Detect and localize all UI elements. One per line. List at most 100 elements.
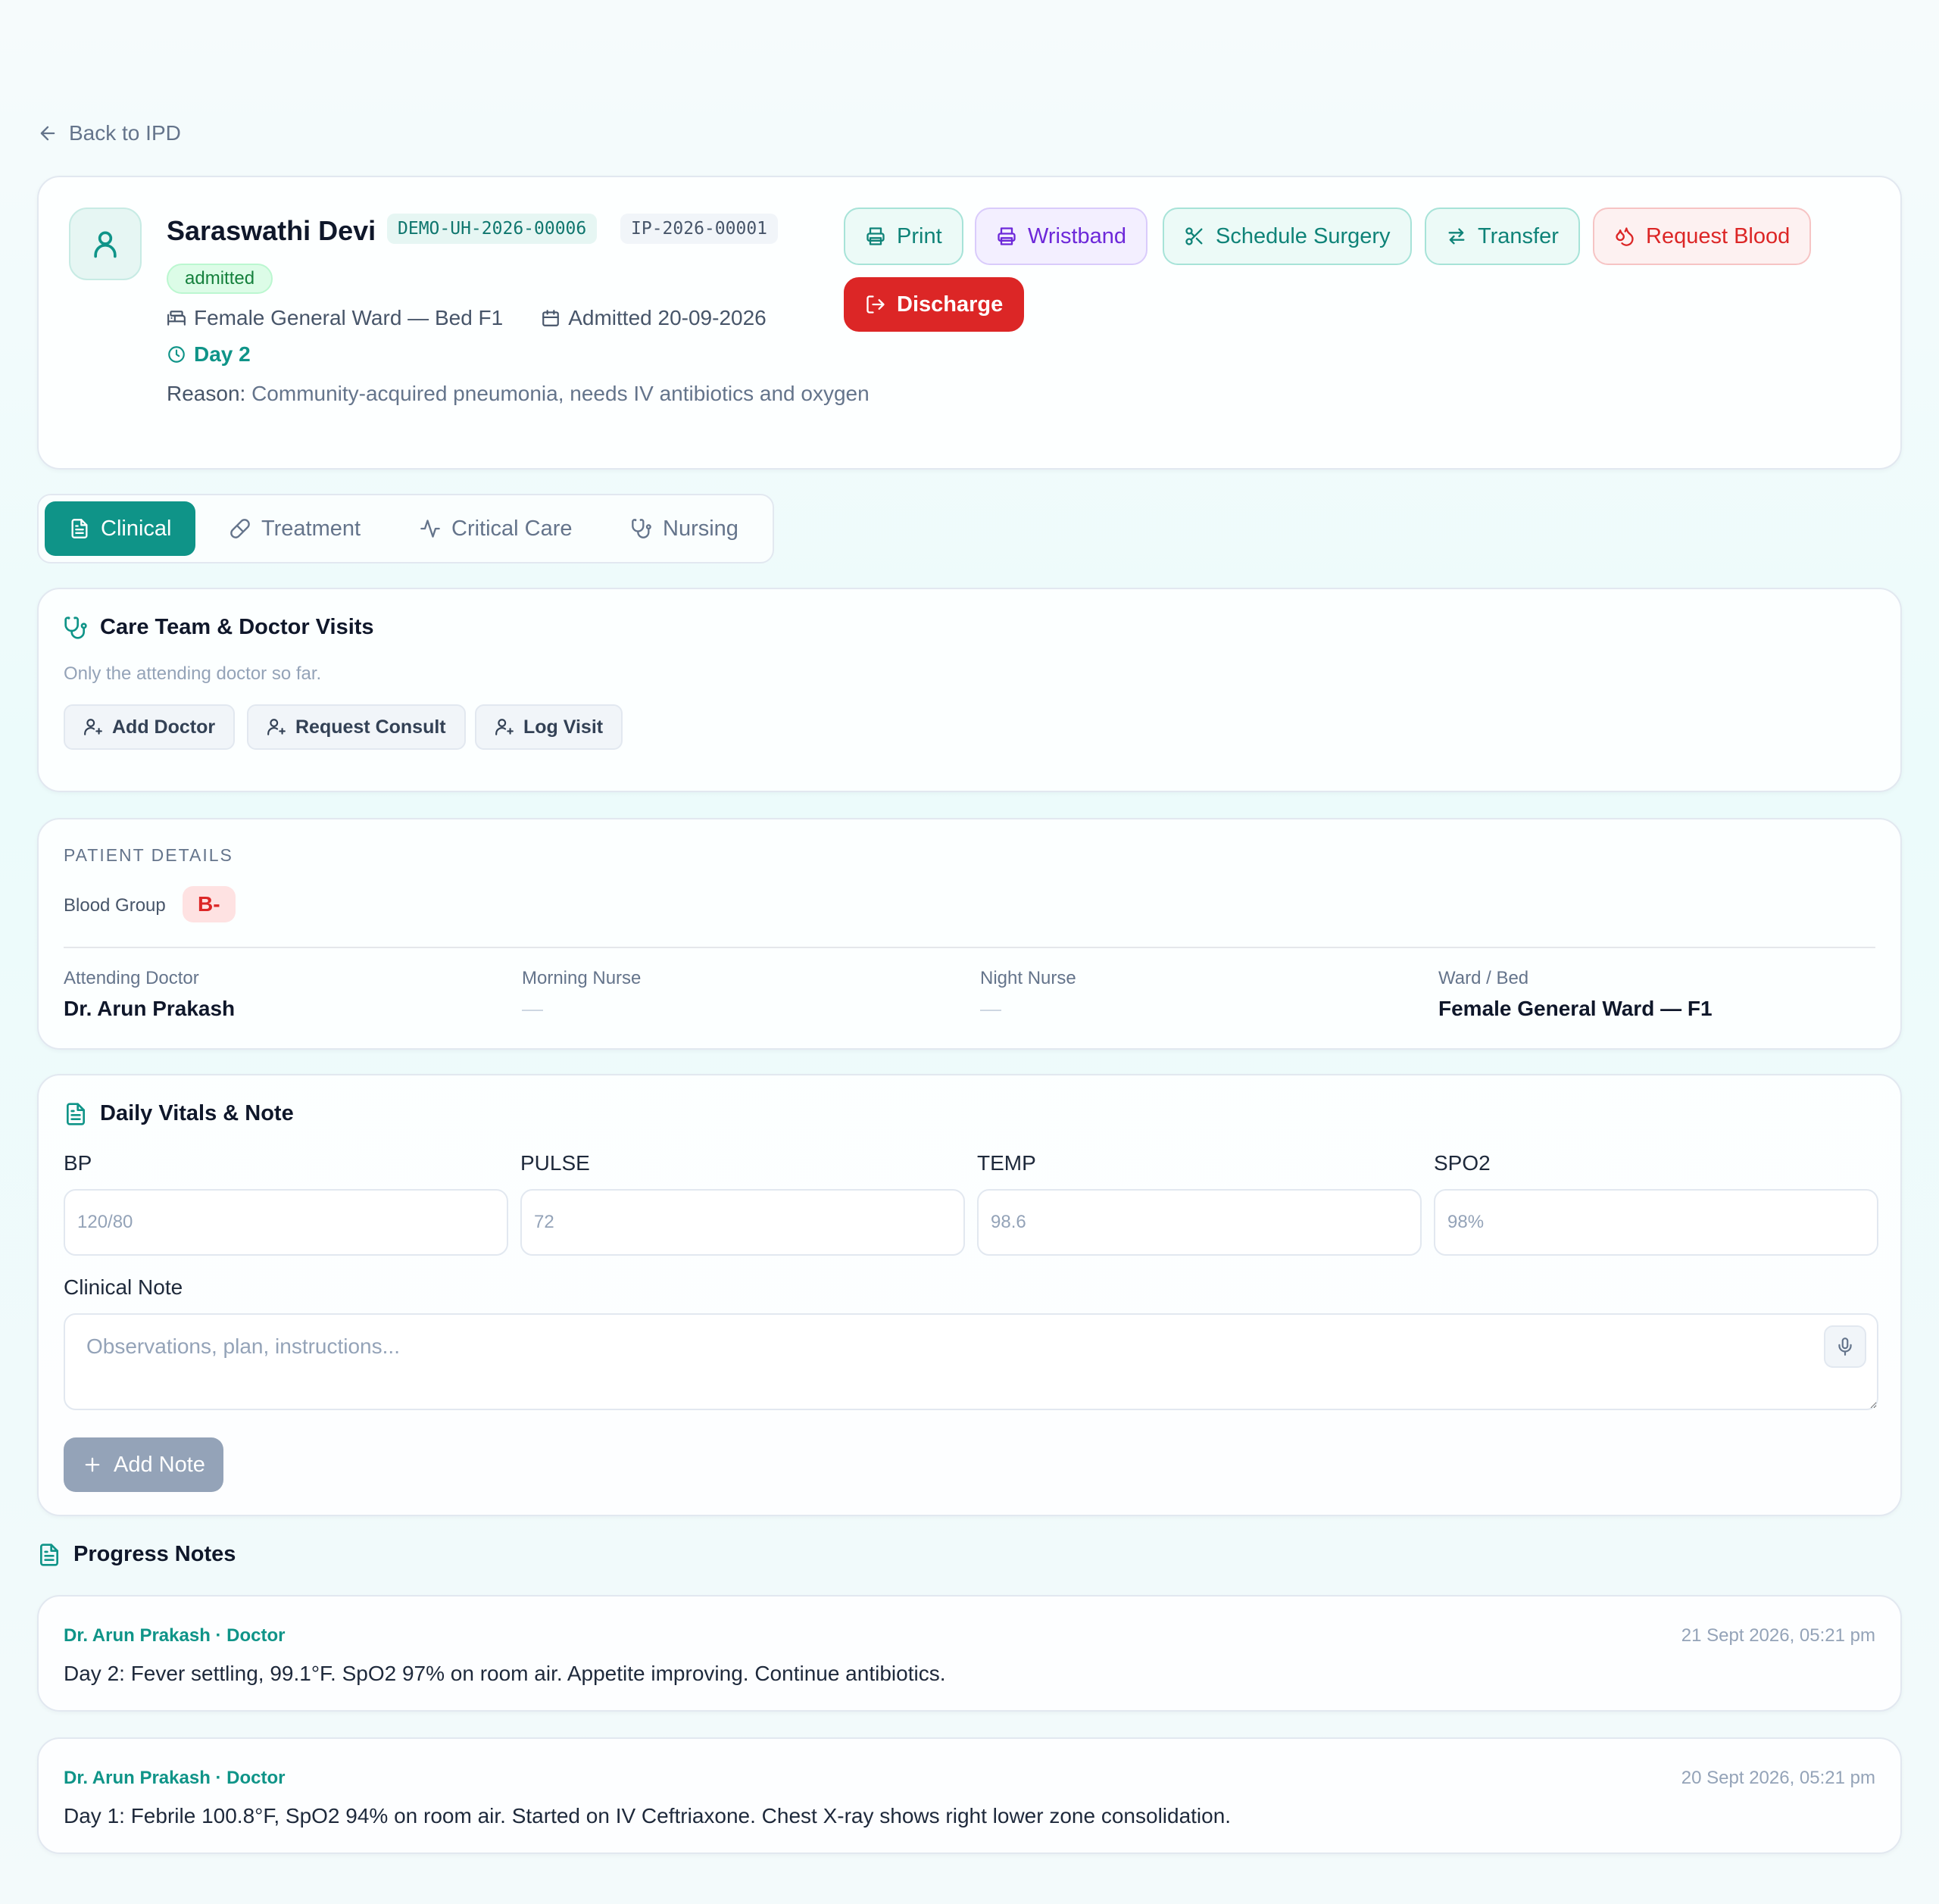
field-label: Ward / Bed — [1438, 968, 1529, 988]
field-label: Night Nurse — [980, 968, 1076, 988]
uhid-chip: DEMO-UH-2026-00006 — [387, 214, 598, 244]
printer-icon — [865, 226, 886, 247]
night-nurse-field: Night Nurse — — [980, 968, 1076, 1021]
ward-bed-field: Ward / Bed Female General Ward — F1 — [1438, 968, 1713, 1021]
print-label: Print — [897, 223, 942, 248]
transfer-arrows-icon — [1446, 226, 1467, 247]
progress-notes-title-text: Progress Notes — [73, 1542, 236, 1566]
pill-icon — [229, 518, 251, 539]
add-note-button[interactable]: Add Note — [64, 1437, 223, 1492]
bp-input[interactable] — [64, 1189, 508, 1256]
tab-clinical-label: Clinical — [101, 516, 172, 541]
bp-label: BP — [64, 1151, 92, 1175]
log-visit-button[interactable]: Log Visit — [475, 704, 623, 750]
progress-note: Dr. Arun Prakash · Doctor 21 Sept 2026, … — [37, 1595, 1902, 1712]
field-value: Female General Ward — F1 — [1438, 997, 1713, 1020]
note-timestamp: 20 Sept 2026, 05:21 pm — [1681, 1768, 1875, 1788]
patient-name: Saraswathi Devi — [167, 215, 376, 246]
note-author: Dr. Arun Prakash · Doctor — [64, 1768, 286, 1788]
plus-icon — [82, 1454, 103, 1475]
temp-label: TEMP — [977, 1151, 1036, 1175]
divider — [64, 947, 1875, 948]
stethoscope-icon — [64, 616, 88, 640]
avatar — [69, 208, 142, 280]
discharge-label: Discharge — [897, 292, 1004, 317]
activity-icon — [420, 518, 441, 539]
schedule-surgery-label: Schedule Surgery — [1216, 223, 1391, 248]
progress-note: Dr. Arun Prakash · Doctor 20 Sept 2026, … — [37, 1737, 1902, 1854]
blood-group-label: Blood Group — [64, 895, 166, 916]
admitted-date: Admitted 20-09-2026 — [568, 306, 767, 329]
spo2-label: SPO2 — [1434, 1151, 1491, 1175]
back-to-ipd-link[interactable]: Back to IPD — [37, 121, 181, 145]
discharge-button[interactable]: Discharge — [844, 277, 1025, 332]
care-team-card: Care Team & Doctor Visits Only the atten… — [37, 588, 1902, 792]
tab-clinical[interactable]: Clinical — [45, 501, 196, 556]
tab-treatment[interactable]: Treatment — [205, 501, 385, 556]
spo2-input[interactable] — [1434, 1189, 1878, 1256]
note-author: Dr. Arun Prakash · Doctor — [64, 1625, 286, 1646]
print-button[interactable]: Print — [844, 208, 963, 265]
admission-meta: Female General Ward — Bed F1 Admitted 20… — [167, 306, 767, 330]
day-label: Day 2 — [194, 342, 251, 366]
schedule-surgery-button[interactable]: Schedule Surgery — [1163, 208, 1412, 265]
tab-nursing[interactable]: Nursing — [607, 501, 763, 556]
document-icon — [64, 1102, 88, 1126]
wristband-label: Wristband — [1028, 223, 1127, 248]
user-plus-icon — [83, 717, 103, 737]
calendar-icon — [541, 308, 560, 328]
arrow-left-icon — [37, 123, 58, 144]
document-icon — [37, 1543, 61, 1567]
bed-icon — [167, 308, 186, 328]
transfer-label: Transfer — [1478, 223, 1559, 248]
transfer-button[interactable]: Transfer — [1425, 208, 1580, 265]
morning-nurse-field: Morning Nurse — — [522, 968, 641, 1021]
vitals-title: Daily Vitals & Note — [64, 1101, 294, 1126]
pulse-input[interactable] — [520, 1189, 965, 1256]
patient-details-card: PATIENT DETAILS Blood Group B- Attending… — [37, 818, 1902, 1050]
tab-nursing-label: Nursing — [663, 516, 738, 541]
request-blood-button[interactable]: Request Blood — [1593, 208, 1812, 265]
reason-label: Reason: — [167, 382, 246, 405]
microphone-button[interactable] — [1824, 1325, 1866, 1368]
wristband-button[interactable]: Wristband — [975, 208, 1148, 265]
field-value: — — [980, 997, 1001, 1020]
progress-notes-title: Progress Notes — [37, 1542, 236, 1567]
field-label: Attending Doctor — [64, 968, 199, 988]
field-value: — — [522, 997, 543, 1020]
blood-group-badge: B- — [183, 886, 236, 922]
add-note-label: Add Note — [114, 1452, 205, 1477]
field-value: Dr. Arun Prakash — [64, 997, 236, 1020]
scissors-icon — [1184, 226, 1205, 247]
care-team-title: Care Team & Doctor Visits — [64, 615, 374, 640]
care-team-title-text: Care Team & Doctor Visits — [100, 615, 374, 639]
user-plus-icon — [495, 717, 514, 737]
note-text: Day 2: Fever settling, 99.1°F. SpO2 97% … — [64, 1662, 946, 1685]
document-icon — [69, 518, 90, 539]
clock-icon — [167, 345, 186, 364]
admission-reason: Reason: Community-acquired pneumonia, ne… — [167, 379, 871, 409]
tab-critical-care[interactable]: Critical Care — [395, 501, 597, 556]
note-text: Day 1: Febrile 100.8°F, SpO2 94% on room… — [64, 1804, 1232, 1828]
clinical-note-label: Clinical Note — [64, 1275, 183, 1299]
tab-critical-care-label: Critical Care — [451, 516, 573, 541]
section-tabs: Clinical Treatment Critical Care Nursing — [37, 494, 774, 563]
user-plus-icon — [267, 717, 286, 737]
clinical-note-textarea[interactable] — [64, 1313, 1878, 1410]
stethoscope-icon — [631, 518, 652, 539]
attending-doctor-field: Attending Doctor Dr. Arun Prakash — [64, 968, 235, 1021]
temp-input[interactable] — [977, 1189, 1422, 1256]
vitals-title-text: Daily Vitals & Note — [100, 1101, 294, 1125]
droplets-icon — [1614, 226, 1635, 247]
add-doctor-button[interactable]: Add Doctor — [64, 704, 236, 750]
request-consult-button[interactable]: Request Consult — [247, 704, 466, 750]
patient-header-card: Saraswathi Devi DEMO-UH-2026-00006 IP-20… — [37, 176, 1902, 470]
daily-vitals-card: Daily Vitals & Note BP PULSE TEMP SPO2 C… — [37, 1074, 1902, 1516]
request-blood-label: Request Blood — [1646, 223, 1791, 248]
back-label: Back to IPD — [69, 121, 181, 145]
user-icon — [89, 227, 122, 261]
patient-details-heading: PATIENT DETAILS — [64, 845, 233, 865]
admission-day: Day 2 — [167, 342, 251, 367]
ward-bed-text: Female General Ward — Bed F1 — [194, 306, 504, 329]
microphone-icon — [1835, 1337, 1855, 1356]
